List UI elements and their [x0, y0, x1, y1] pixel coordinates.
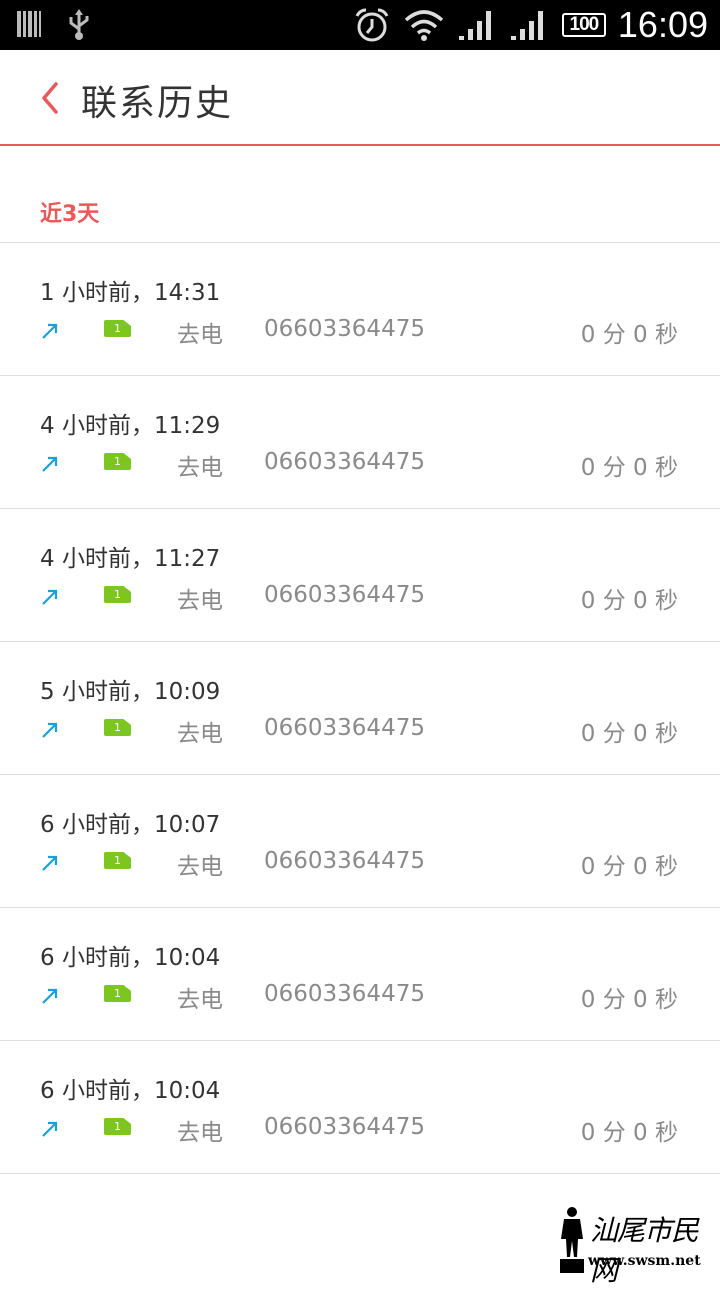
status-icons: 100 16:09	[340, 0, 708, 50]
call-duration: 0 分 0 秒	[580, 455, 678, 481]
call-time: 4 小时前，11:29	[40, 413, 221, 439]
call-duration: 0 分 0 秒	[580, 721, 678, 747]
sim-card-icon: 1	[104, 1118, 131, 1135]
call-row[interactable]: 6 小时前，10:07 1 去电 06603364475 0 分 0 秒	[0, 775, 720, 908]
outgoing-call-icon	[42, 988, 58, 1004]
phone-number: 06603364475	[264, 316, 425, 342]
call-row[interactable]: 1 小时前，14:31 1 去电 06603364475 0 分 0 秒	[0, 243, 720, 376]
call-duration: 0 分 0 秒	[580, 322, 678, 348]
call-time: 1 小时前，14:31	[40, 280, 221, 306]
call-time: 4 小时前，11:27	[40, 546, 221, 572]
call-time: 6 小时前，10:04	[40, 945, 221, 971]
call-time: 6 小时前，10:04	[40, 1078, 221, 1104]
section-header: 近3天	[40, 202, 100, 227]
page-title: 联系历史	[81, 83, 234, 124]
outgoing-call-icon	[42, 323, 58, 339]
statue-icon	[560, 1207, 584, 1273]
call-type: 去电	[177, 721, 223, 747]
phone-number: 06603364475	[264, 582, 425, 608]
call-type: 去电	[177, 322, 223, 348]
outgoing-call-icon	[42, 1121, 58, 1137]
alarm-icon	[355, 8, 389, 42]
call-type: 去电	[177, 987, 223, 1013]
call-row[interactable]: 4 小时前，11:27 1 去电 06603364475 0 分 0 秒	[0, 509, 720, 642]
back-button[interactable]	[34, 78, 70, 118]
app-bar: 联系历史	[0, 50, 720, 146]
watermark-text: 汕尾市民网	[590, 1214, 699, 1287]
signal-icon	[510, 11, 543, 40]
status-time: 16:09	[617, 4, 708, 45]
call-duration: 0 分 0 秒	[580, 1120, 678, 1146]
sim-card-icon: 1	[104, 586, 131, 603]
call-duration: 0 分 0 秒	[580, 854, 678, 880]
call-time: 5 小时前，10:09	[40, 679, 221, 705]
outgoing-call-icon	[42, 855, 58, 871]
sim-card-icon: 1	[104, 453, 131, 470]
phone-number: 06603364475	[264, 1114, 425, 1140]
call-row[interactable]: 6 小时前，10:04 1 去电 06603364475 0 分 0 秒	[0, 1041, 720, 1174]
watermark-url: www.swsm.net	[588, 1253, 701, 1269]
chevron-left-icon	[42, 82, 58, 114]
call-type: 去电	[177, 455, 223, 481]
phone-number: 06603364475	[264, 715, 425, 741]
sim-card-icon: 1	[104, 719, 131, 736]
call-duration: 0 分 0 秒	[580, 987, 678, 1013]
status-bar: 100 16:09	[0, 0, 720, 50]
outgoing-call-icon	[42, 722, 58, 738]
outgoing-call-icon	[42, 589, 58, 605]
call-row[interactable]: 4 小时前，11:29 1 去电 06603364475 0 分 0 秒	[0, 376, 720, 509]
phone-number: 06603364475	[264, 848, 425, 874]
sim-card-icon: 1	[104, 852, 131, 869]
sim-card-icon: 1	[104, 985, 131, 1002]
call-row[interactable]: 6 小时前，10:04 1 去电 06603364475 0 分 0 秒	[0, 908, 720, 1041]
call-type: 去电	[177, 854, 223, 880]
signal-icon	[458, 11, 491, 40]
phone-number: 06603364475	[264, 981, 425, 1007]
call-history-list: 1 小时前，14:31 1 去电 06603364475 0 分 0 秒 4 小…	[0, 243, 720, 1174]
call-row[interactable]: 5 小时前，10:09 1 去电 06603364475 0 分 0 秒	[0, 642, 720, 775]
outgoing-call-icon	[42, 456, 58, 472]
battery-icon: 100	[561, 13, 606, 37]
phone-number: 06603364475	[264, 449, 425, 475]
call-duration: 0 分 0 秒	[580, 588, 678, 614]
call-time: 6 小时前，10:07	[40, 812, 221, 838]
call-type: 去电	[177, 1120, 223, 1146]
usb-icon	[69, 9, 89, 40]
watermark: 汕尾市民网 www.swsm.net	[556, 1205, 716, 1287]
call-type: 去电	[177, 588, 223, 614]
sim-card-icon: 1	[104, 320, 131, 337]
barcode-icon	[17, 11, 41, 37]
wifi-icon	[404, 10, 444, 41]
